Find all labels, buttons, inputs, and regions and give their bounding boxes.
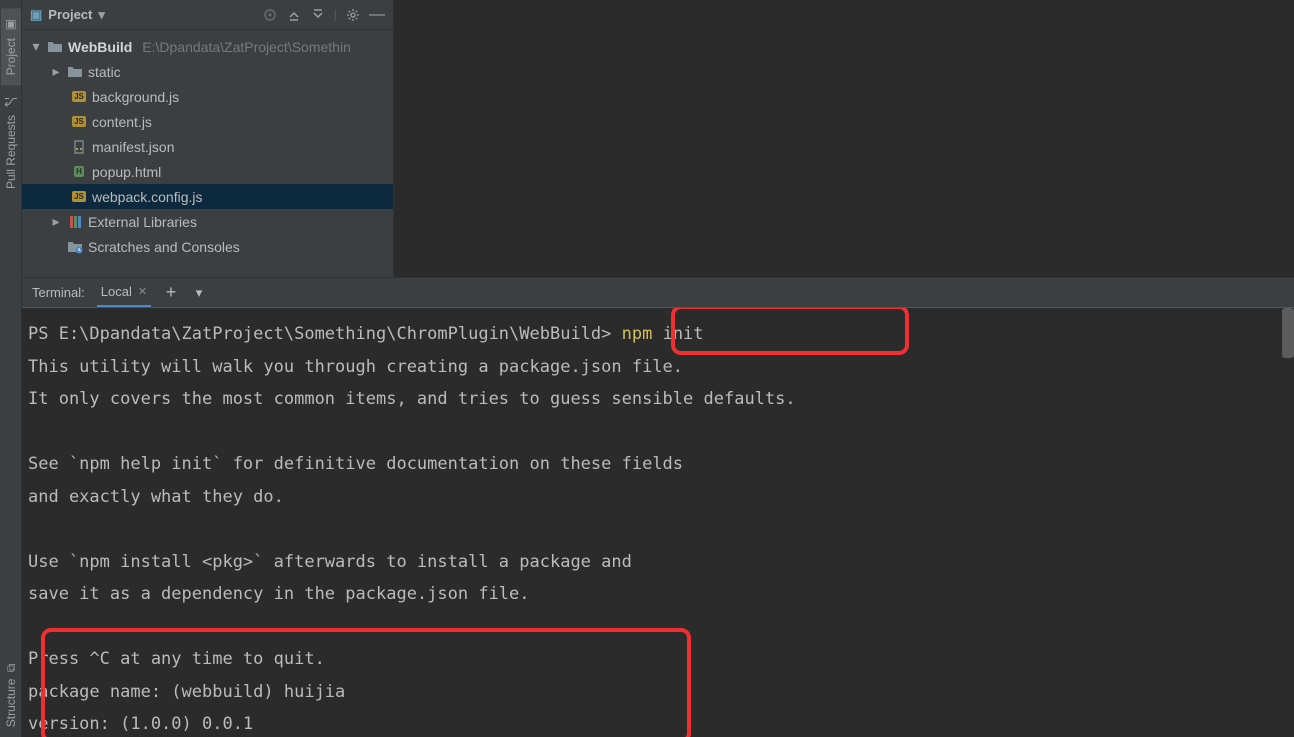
tree-folder-static[interactable]: ▸ static <box>22 59 393 84</box>
terminal-line: This utility will walk you through creat… <box>28 357 683 377</box>
terminal-line: Use `npm install <pkg>` afterwards to in… <box>28 552 632 572</box>
chevron-down-icon: ▾ <box>30 38 42 55</box>
select-opened-file-icon[interactable] <box>262 7 278 23</box>
terminal-line: save it as a dependency in the package.j… <box>28 584 530 604</box>
tree-item-label: External Libraries <box>88 214 197 230</box>
folder-icon <box>66 65 84 79</box>
tree-file-webpack-config[interactable]: JS webpack.config.js <box>22 184 393 209</box>
gutter-tab-structure-label: Structure <box>4 678 18 727</box>
terminal-header: Terminal: Local ✕ + ▾ <box>22 278 1294 308</box>
tree-item-label: content.js <box>92 114 152 130</box>
left-tool-gutter: Project ▣ Pull Requests ⎇ Structure ⧉ <box>0 0 22 737</box>
gutter-tab-pr-label: Pull Requests <box>4 115 18 189</box>
tree-item-label: manifest.json <box>92 139 174 155</box>
terminal-line: Press ^C at any time to quit. <box>28 649 325 669</box>
tree-item-label: Scratches and Consoles <box>88 239 240 255</box>
tree-root-name: WebBuild <box>68 39 132 55</box>
hide-panel-icon[interactable]: — <box>369 7 385 23</box>
terminal-cmd-init: init <box>652 324 703 344</box>
pull-request-icon: ⎇ <box>4 95 18 109</box>
annotation-highlight-1 <box>671 308 909 355</box>
top-area: ▣ Project ▾ | — <box>22 0 1294 278</box>
tree-item-label: static <box>88 64 121 80</box>
tree-external-libraries[interactable]: ▸ External Libraries <box>22 209 393 234</box>
expand-all-icon[interactable] <box>286 7 302 23</box>
terminal-line: It only covers the most common items, an… <box>28 389 796 409</box>
terminal-body[interactable]: PS E:\Dpandata\ZatProject\Something\Chro… <box>22 308 1294 737</box>
library-icon <box>66 216 84 228</box>
js-file-icon: JS <box>70 191 88 202</box>
gear-icon[interactable] <box>345 7 361 23</box>
new-session-icon[interactable]: + <box>163 285 179 301</box>
main-column: ▣ Project ▾ | — <box>22 0 1294 737</box>
project-panel: ▣ Project ▾ | — <box>22 0 394 277</box>
structure-icon: ⧉ <box>4 664 18 673</box>
terminal-line: package name: (webbuild) huijia <box>28 682 345 702</box>
terminal-cmd-npm: npm <box>622 324 653 344</box>
project-view-icon: ▣ <box>30 7 42 23</box>
terminal-tab-label: Local <box>101 284 132 299</box>
folder-icon <box>46 40 64 54</box>
collapse-all-icon[interactable] <box>310 7 326 23</box>
html-file-icon: H <box>70 166 88 177</box>
chevron-down-icon[interactable]: ▾ <box>191 285 207 301</box>
project-panel-title[interactable]: ▣ Project ▾ <box>30 7 105 23</box>
tree-item-label: webpack.config.js <box>92 189 203 205</box>
terminal-line: and exactly what they do. <box>28 487 284 507</box>
terminal-line: See `npm help init` for definitive docum… <box>28 454 683 474</box>
close-icon[interactable]: ✕ <box>138 285 147 298</box>
tree-root-path: E:\Dpandata\ZatProject\Somethin <box>142 39 351 55</box>
editor-area[interactable] <box>394 0 1294 277</box>
gutter-tab-project[interactable]: Project ▣ <box>1 8 21 85</box>
scratches-icon <box>66 240 84 254</box>
tree-file-popup-html[interactable]: H popup.html <box>22 159 393 184</box>
js-file-icon: JS <box>70 116 88 127</box>
chevron-right-icon: ▸ <box>50 63 62 80</box>
tree-file-content-js[interactable]: JS content.js <box>22 109 393 134</box>
tree-root[interactable]: ▾ WebBuild E:\Dpandata\ZatProject\Someth… <box>22 34 393 59</box>
project-panel-title-text: Project <box>48 7 92 22</box>
js-file-icon: JS <box>70 91 88 102</box>
chevron-down-icon: ▾ <box>98 7 105 23</box>
json-file-icon <box>70 140 88 154</box>
terminal-label: Terminal: <box>32 285 85 300</box>
tree-item-label: popup.html <box>92 164 161 180</box>
terminal-prompt: PS E:\Dpandata\ZatProject\Something\Chro… <box>28 324 622 344</box>
project-panel-header: ▣ Project ▾ | — <box>22 0 393 30</box>
project-tree[interactable]: ▾ WebBuild E:\Dpandata\ZatProject\Someth… <box>22 30 393 277</box>
terminal-tab-local[interactable]: Local ✕ <box>97 278 151 307</box>
project-icon: ▣ <box>4 18 18 32</box>
gutter-tab-project-label: Project <box>4 38 18 75</box>
tree-item-label: background.js <box>92 89 179 105</box>
tree-file-manifest-json[interactable]: manifest.json <box>22 134 393 159</box>
tree-scratches-consoles[interactable]: Scratches and Consoles <box>22 234 393 259</box>
chevron-right-icon: ▸ <box>50 213 62 230</box>
vertical-scrollbar[interactable] <box>1282 308 1294 358</box>
gutter-tab-pull-requests[interactable]: Pull Requests ⎇ <box>1 85 21 199</box>
terminal-line: version: (1.0.0) 0.0.1 <box>28 714 253 734</box>
terminal-panel: Terminal: Local ✕ + ▾ PS E:\Dpandata\Zat… <box>22 278 1294 737</box>
gutter-tab-structure[interactable]: Structure ⧉ <box>1 654 21 737</box>
tree-file-background-js[interactable]: JS background.js <box>22 84 393 109</box>
